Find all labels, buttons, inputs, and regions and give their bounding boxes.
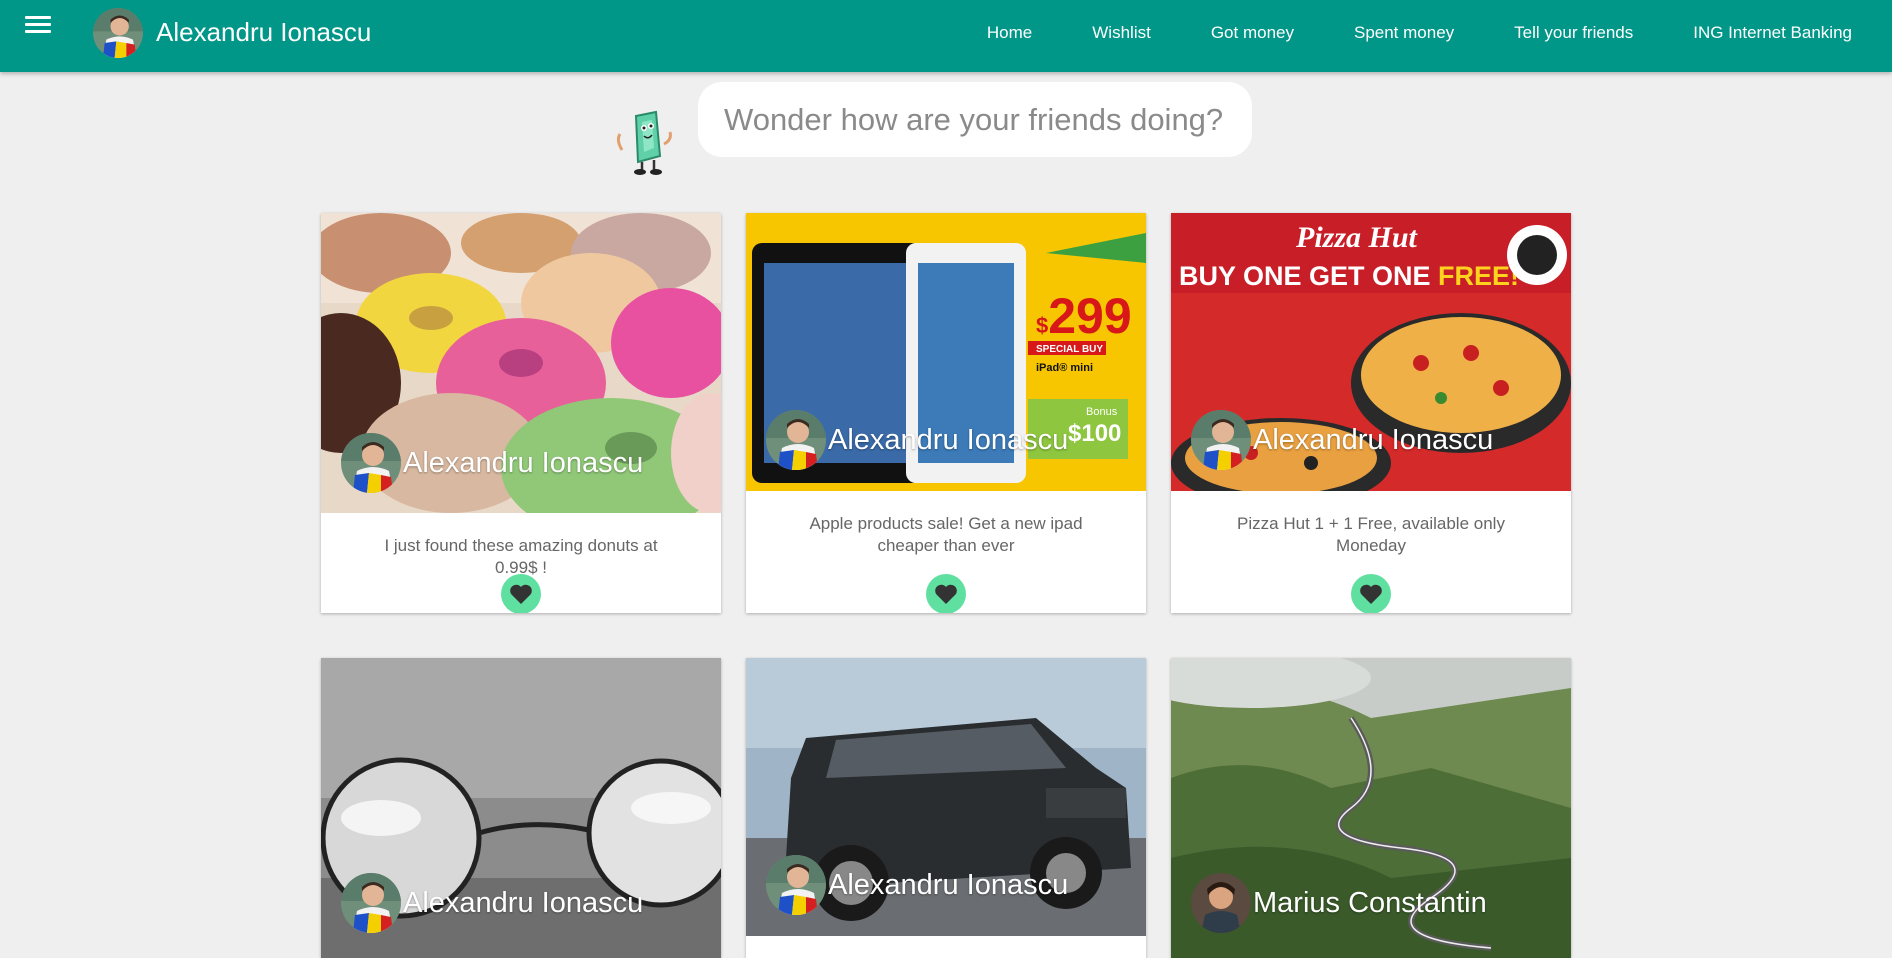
hamburger-menu-icon[interactable] [25, 12, 51, 34]
nav-home-link[interactable]: Home [987, 23, 1032, 43]
heart-icon [935, 584, 957, 604]
user-name: Alexandru Ionascu [156, 17, 372, 47]
feed-card: Alexandru Ionascu I just found these ama… [321, 213, 721, 613]
card-image[interactable]: Pizza Hut BUY ONE GET ONE FREE! Alexandr… [1171, 213, 1571, 491]
ad-bonus-label: Bonus [1086, 406, 1118, 418]
feed-card: Alexandru Ionascu [746, 658, 1146, 958]
card-description: Apple products sale! Get a new ipad chea… [809, 514, 1083, 555]
ad-bonus-value: $100 [1068, 420, 1121, 447]
avatar[interactable] [1191, 873, 1251, 933]
author-name: Alexandru Ionascu [1253, 423, 1494, 456]
top-app-bar: Alexandru Ionascu Home Wishlist Got mone… [0, 0, 1892, 72]
heart-icon [510, 584, 532, 604]
card-image[interactable]: Alexandru Ionascu [321, 658, 721, 958]
card-description: I just found these amazing donuts at 0.9… [384, 536, 658, 577]
card-author[interactable]: Alexandru Ionascu [341, 873, 643, 933]
card-image[interactable]: Alexandru Ionascu [746, 658, 1146, 936]
card-author[interactable]: Alexandru Ionascu [766, 410, 1068, 470]
money-mascot-icon [614, 110, 676, 176]
avatar[interactable] [766, 410, 826, 470]
ad-price: 299 [1048, 288, 1131, 344]
card-author[interactable]: Marius Constantin [1191, 873, 1487, 933]
like-button[interactable] [501, 574, 541, 613]
card-image[interactable]: Marius Constantin [1171, 658, 1571, 958]
avatar[interactable] [341, 873, 401, 933]
nav-tell-friends-link[interactable]: Tell your friends [1514, 23, 1633, 43]
avatar[interactable] [93, 8, 143, 58]
author-name: Alexandru Ionascu [828, 868, 1069, 901]
card-author[interactable]: Alexandru Ionascu [766, 855, 1068, 915]
feed-card: Pizza Hut BUY ONE GET ONE FREE! Alexandr… [1171, 213, 1571, 613]
svg-text:BUY ONE GET ONE FREE!: BUY ONE GET ONE FREE! [1179, 261, 1519, 291]
svg-text:$299: $299 [1036, 288, 1132, 344]
feed-card: Alexandru Ionascu [321, 658, 721, 958]
avatar[interactable] [766, 855, 826, 915]
author-name: Alexandru Ionascu [403, 446, 644, 479]
status-search-box [698, 82, 1252, 157]
ad-price-sign: $ [1036, 313, 1048, 338]
nav-wishlist-link[interactable]: Wishlist [1092, 23, 1151, 43]
status-search-input[interactable] [722, 100, 1246, 139]
avatar[interactable] [1191, 410, 1251, 470]
ad-badge: SPECIAL BUY [1036, 344, 1103, 355]
feed-card: $299 SPECIAL BUY iPad® mini Bonus $100 A… [746, 213, 1146, 613]
author-name: Alexandru Ionascu [828, 423, 1069, 456]
author-name: Alexandru Ionascu [403, 886, 644, 919]
ad-headline-free: FREE! [1438, 261, 1519, 291]
card-author[interactable]: Alexandru Ionascu [341, 433, 643, 493]
card-image[interactable]: Alexandru Ionascu [321, 213, 721, 513]
card-description: Pizza Hut 1 + 1 Free, available only Mon… [1237, 514, 1505, 555]
author-name: Marius Constantin [1253, 886, 1487, 919]
main-nav: Home Wishlist Got money Spent money Tell… [987, 0, 1852, 65]
ad-brand: Pizza Hut [1295, 221, 1419, 254]
card-author[interactable]: Alexandru Ionascu [1191, 410, 1493, 470]
ad-headline: BUY ONE GET ONE [1179, 261, 1438, 291]
nav-spent-money-link[interactable]: Spent money [1354, 23, 1454, 43]
nav-ing-banking-link[interactable]: ING Internet Banking [1693, 23, 1852, 43]
like-button[interactable] [926, 574, 966, 613]
card-image[interactable]: $299 SPECIAL BUY iPad® mini Bonus $100 A… [746, 213, 1146, 491]
nav-got-money-link[interactable]: Got money [1211, 23, 1294, 43]
heart-icon [1360, 584, 1382, 604]
avatar[interactable] [341, 433, 401, 493]
feed-card: Marius Constantin [1171, 658, 1571, 958]
ad-product: iPad® mini [1036, 362, 1093, 374]
like-button[interactable] [1351, 574, 1391, 613]
